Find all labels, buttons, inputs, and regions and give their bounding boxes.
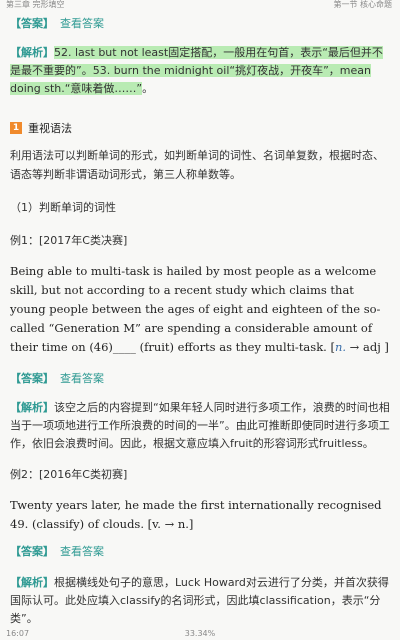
hint-pos: n.: [334, 340, 347, 354]
hint-rest: → adj ]: [346, 340, 389, 354]
example-label: 例2：[2016年C类初赛]: [10, 468, 128, 481]
explanation-tag: 【解析】: [10, 46, 54, 59]
subheading: （1）判断单词的词性: [10, 201, 116, 214]
section-title: 重视语法: [28, 122, 72, 135]
explanation-text: 该空之后的内容提到“如果年轻人同时进行多项工作，浪费的时间也相当于一项项地进行工…: [10, 401, 390, 450]
explanation: 【解析】52. last but not least固定搭配，一般用在句首，表示…: [10, 44, 392, 98]
section-number-badge: 1: [10, 122, 22, 134]
example-passage: Twenty years later, he made the first in…: [10, 498, 382, 531]
answer-row: 【答案】 查看答案: [10, 544, 392, 560]
explanation-tag: 【解析】: [10, 576, 54, 589]
highlighted-text: 52. last but not least固定搭配，一般用在句首，表示“最后但…: [10, 46, 383, 95]
answer-row: 【答案】 查看答案: [10, 371, 392, 387]
answer-tag: 【答案】: [10, 17, 54, 30]
reader-bottom-bar: 16:07 33.34%: [0, 628, 400, 640]
explanation: 【解析】根据横线处句子的意思，Luck Howard对云进行了分类，并首次获得国…: [10, 574, 392, 628]
passage-text: Being able to multi-task is hailed by mo…: [10, 264, 381, 354]
view-answer-link[interactable]: 查看答案: [60, 16, 104, 32]
example-label: 例1：[2017年C类决赛]: [10, 234, 128, 247]
view-answer-link[interactable]: 查看答案: [60, 371, 104, 387]
view-answer-link[interactable]: 查看答案: [60, 544, 104, 560]
answer-tag: 【答案】: [10, 372, 54, 385]
explanation-tag: 【解析】: [10, 401, 54, 414]
reading-progress: 33.34%: [184, 629, 216, 638]
section-label: 第一节 核心命题: [333, 0, 392, 9]
reader-status-bar: 第三章 完形填空 第一节 核心命题: [0, 0, 400, 12]
answer-tag: 【答案】: [10, 545, 54, 558]
answer-row: 【答案】 查看答案: [10, 16, 392, 32]
explanation-text: 根据横线处句子的意思，Luck Howard对云进行了分类，并首次获得国际认可。…: [10, 576, 389, 625]
chapter-label: 第三章 完形填空: [6, 0, 65, 9]
explanation-end: 。: [142, 82, 154, 95]
section-heading: 1 重视语法: [10, 120, 392, 136]
reader-content: 【答案】 查看答案 【解析】52. last but not least固定搭配…: [10, 14, 392, 628]
example-passage: Being able to multi-task is hailed by mo…: [10, 262, 392, 357]
intro-paragraph: 利用语法可以判断单词的形式，如判断单词的词性、名词单复数，根据时态、语态等判断非…: [10, 149, 384, 181]
explanation: 【解析】该空之后的内容提到“如果年轻人同时进行多项工作，浪费的时间也相当于一项项…: [10, 399, 392, 453]
